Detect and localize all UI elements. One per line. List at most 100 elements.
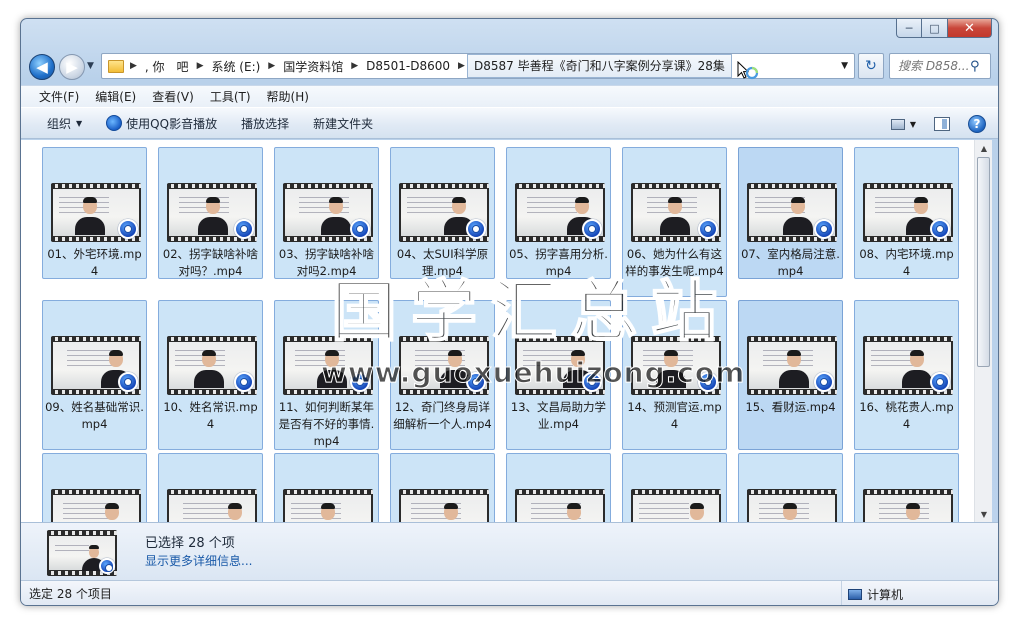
file-name: 01、外宅环境.mp4 <box>47 247 142 278</box>
file-item[interactable] <box>622 453 727 522</box>
file-item[interactable] <box>390 453 495 522</box>
back-button[interactable]: ◀ <box>29 54 55 80</box>
address-dropdown-icon[interactable]: ▼ <box>835 61 854 71</box>
show-more-details-link[interactable]: 显示更多详细信息... <box>145 552 252 569</box>
file-item[interactable] <box>738 453 843 522</box>
help-icon[interactable]: ? <box>968 115 986 133</box>
file-item[interactable]: 12、奇门终身局详细解析一个人.mp4 <box>390 300 495 450</box>
qq-video-badge-icon <box>118 372 138 392</box>
video-thumbnail <box>515 336 605 395</box>
qq-video-badge-icon <box>99 558 115 574</box>
file-name: 04、太SUI科学原理.mp4 <box>396 247 489 278</box>
file-item[interactable] <box>42 453 147 522</box>
qq-player-icon <box>106 115 123 131</box>
chevron-down-icon: ▼ <box>76 118 83 128</box>
file-name: 11、如何判断某年是否有不好的事情.mp4 <box>278 400 375 448</box>
breadcrumb-current-folder[interactable]: D8587 毕善程《奇门和八字案例分享课》28集 <box>466 54 732 78</box>
file-item[interactable] <box>274 453 379 522</box>
file-item[interactable]: 03、拐字缺啥补啥对吗2.mp4 <box>274 147 379 279</box>
file-item[interactable]: 07、室内格局注意.mp4 <box>738 147 843 279</box>
file-item[interactable]: 10、姓名常识.mp4 <box>158 300 263 450</box>
file-name: 08、内宅环境.mp4 <box>859 247 954 278</box>
file-item[interactable]: 15、看财运.mp4 <box>738 300 843 450</box>
play-selection-label: 播放选择 <box>241 116 290 131</box>
play-selection-button[interactable]: 播放选择 <box>229 115 301 132</box>
forward-button[interactable]: ▶ <box>59 54 85 80</box>
video-thumbnail <box>515 489 605 522</box>
breadcrumb-folder[interactable]: 国学资料馆 <box>277 58 349 75</box>
change-view-button[interactable]: ▼ <box>890 118 916 130</box>
file-name: 12、奇门终身局详细解析一个人.mp4 <box>393 400 492 431</box>
file-item[interactable]: 04、太SUI科学原理.mp4 <box>390 147 495 279</box>
video-thumbnail <box>863 336 953 395</box>
file-name: 07、室内格局注意.mp4 <box>741 247 840 278</box>
qq-video-badge-icon <box>930 372 950 392</box>
file-name: 09、姓名基础常识.mp4 <box>45 400 144 431</box>
navigation-row: ◀ ▶ ▼ ▶ , 你 吧 ▶ 系统 (E:) ▶ 国学资料馆 ▶ D8501-… <box>21 49 998 83</box>
search-icon[interactable]: ⚲ <box>970 59 980 74</box>
file-item[interactable]: 08、内宅环境.mp4 <box>854 147 959 279</box>
qq-video-badge-icon <box>582 219 602 239</box>
file-name: 14、预测官运.mp4 <box>627 400 722 431</box>
menu-edit[interactable]: 编辑(E) <box>87 88 144 105</box>
menu-file[interactable]: 文件(F) <box>31 88 87 105</box>
file-item[interactable]: 13、文昌局助力学业.mp4 <box>506 300 611 450</box>
play-with-qq-label: 使用QQ影音播放 <box>126 116 218 131</box>
menu-tools[interactable]: 工具(T) <box>202 88 259 105</box>
qq-video-badge-icon <box>234 372 254 392</box>
file-item[interactable]: 06、她为什么有这样的事发生呢.mp4 <box>622 147 727 297</box>
search-box[interactable]: ⚲ <box>889 53 991 79</box>
breadcrumb-drive[interactable]: 系统 (E:) <box>205 58 266 75</box>
file-item[interactable] <box>506 453 611 522</box>
file-item[interactable]: 05、拐字喜用分析.mp4 <box>506 147 611 279</box>
qq-video-badge-icon <box>582 372 602 392</box>
file-item[interactable]: 01、外宅环境.mp4 <box>42 147 147 279</box>
details-pane: 已选择 28 个项 显示更多详细信息... <box>21 522 998 580</box>
scroll-up-icon[interactable]: ▲ <box>975 140 993 156</box>
video-thumbnail <box>863 183 953 242</box>
qq-video-badge-icon <box>814 372 834 392</box>
file-item[interactable]: 09、姓名基础常识.mp4 <box>42 300 147 450</box>
new-folder-label: 新建文件夹 <box>313 116 374 131</box>
video-thumbnail <box>399 336 489 395</box>
minimize-button[interactable]: ─ <box>896 19 922 38</box>
file-name: 06、她为什么有这样的事发生呢.mp4 <box>625 247 724 278</box>
organize-button[interactable]: 组织 ▼ <box>35 115 94 132</box>
breadcrumb-separator-icon[interactable]: ▶ <box>456 61 467 71</box>
file-item[interactable] <box>854 453 959 522</box>
video-thumbnail <box>631 336 721 395</box>
vertical-scrollbar[interactable]: ▲ ▼ <box>974 140 992 522</box>
search-input[interactable] <box>898 59 968 73</box>
menu-view[interactable]: 查看(V) <box>144 88 202 105</box>
file-item[interactable]: 02、拐字缺啥补啥对吗？.mp4 <box>158 147 263 279</box>
preview-pane-icon[interactable] <box>934 117 950 131</box>
breadcrumb-separator-icon[interactable]: ▶ <box>128 61 139 71</box>
scroll-down-icon[interactable]: ▼ <box>975 506 993 522</box>
breadcrumb-separator-icon[interactable]: ▶ <box>266 61 277 71</box>
breadcrumb-separator-icon[interactable]: ▶ <box>195 61 206 71</box>
play-with-qq-button[interactable]: 使用QQ影音播放 <box>94 115 229 132</box>
recent-pages-dropdown-icon[interactable]: ▼ <box>87 61 94 71</box>
breadcrumb-subfolder[interactable]: D8501-D8600 <box>360 59 456 73</box>
qq-video-badge-icon <box>698 219 718 239</box>
file-item[interactable] <box>158 453 263 522</box>
maximize-button[interactable]: □ <box>922 19 948 38</box>
file-item[interactable]: 16、桃花贵人.mp4 <box>854 300 959 450</box>
menu-help[interactable]: 帮助(H) <box>259 88 317 105</box>
qq-video-badge-icon <box>814 219 834 239</box>
refresh-button[interactable]: ↻ <box>858 53 884 79</box>
command-bar: 组织 ▼ 使用QQ影音播放 播放选择 新建文件夹 ▼ ? <box>21 107 998 139</box>
video-thumbnail <box>167 489 257 522</box>
close-button[interactable]: ✕ <box>948 19 992 38</box>
breadcrumb-separator-icon[interactable]: ▶ <box>349 61 360 71</box>
file-item[interactable]: 14、预测官运.mp4 <box>622 300 727 450</box>
new-folder-button[interactable]: 新建文件夹 <box>301 115 385 132</box>
file-item[interactable]: 11、如何判断某年是否有不好的事情.mp4 <box>274 300 379 450</box>
explorer-window: ─ □ ✕ ◀ ▶ ▼ ▶ , 你 吧 ▶ 系统 (E:) ▶ 国学资料馆 ▶ … <box>20 18 999 606</box>
qq-video-badge-icon <box>466 372 486 392</box>
file-name: 02、拐字缺啥补啥对吗？.mp4 <box>162 247 259 278</box>
scroll-thumb[interactable] <box>977 157 990 367</box>
qq-video-badge-icon <box>350 372 370 392</box>
file-name: 05、拐字喜用分析.mp4 <box>509 247 608 278</box>
breadcrumb-user[interactable]: , 你 吧 <box>139 58 195 75</box>
